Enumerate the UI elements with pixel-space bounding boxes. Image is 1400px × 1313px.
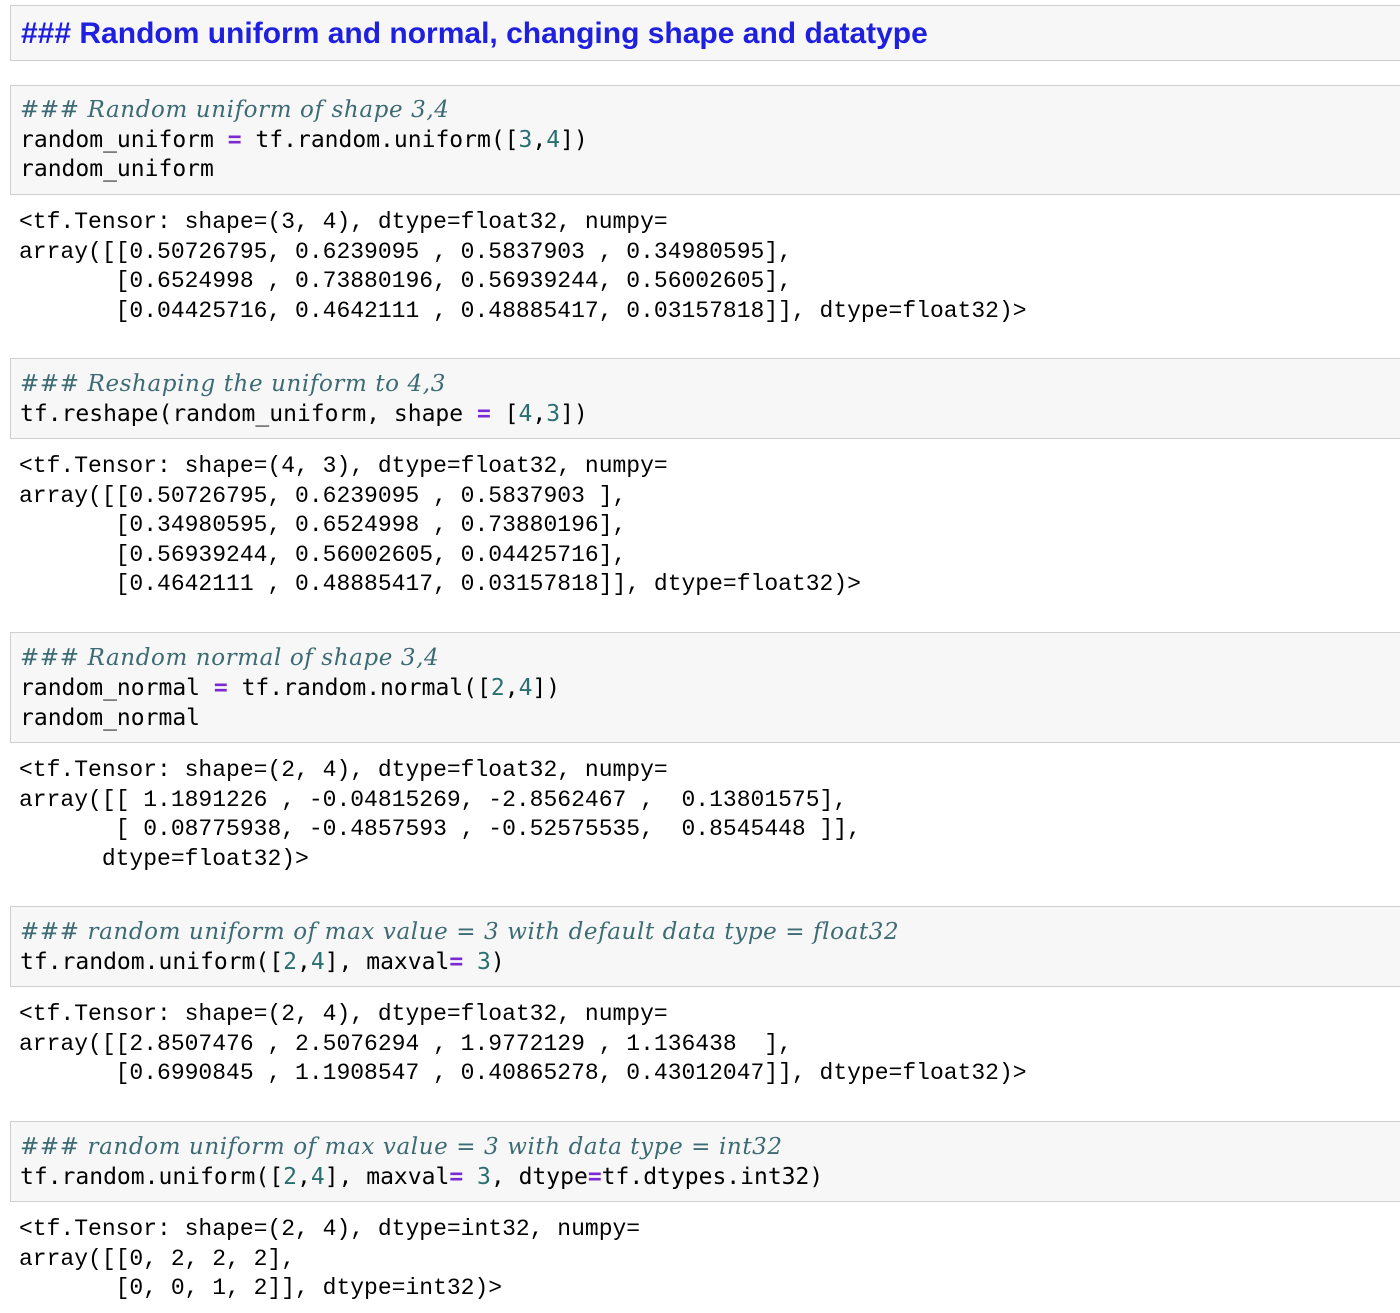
code-text: tf.random.uniform([ — [241, 127, 519, 153]
code-text: , — [532, 127, 547, 153]
code-text: tf.random.uniform([ — [20, 1164, 284, 1190]
code-text: , dtype — [490, 1164, 588, 1190]
number-literal: 3 — [463, 1164, 491, 1190]
code-line-assignment: random_uniform = tf.random.uniform([3,4]… — [20, 126, 588, 156]
code-text: ) — [490, 949, 505, 975]
number-literal: 2 — [490, 675, 505, 701]
code-text: , — [504, 675, 519, 701]
code-text: tf.random.normal([ — [227, 675, 491, 701]
assign-operator: = — [213, 675, 228, 701]
code-cell-reshape[interactable]: ### Reshaping the uniform to 4,3 tf.resh… — [10, 358, 1400, 439]
number-literal: 4 — [546, 127, 561, 153]
code-text: ], maxval — [324, 1164, 450, 1190]
code-line-assignment: random_normal = tf.random.normal([2,4]) — [20, 674, 560, 704]
code-line-call: tf.random.uniform([2,4], maxval= 3, dtyp… — [20, 1163, 823, 1193]
number-literal: 4 — [310, 1164, 325, 1190]
code-comment: ### Reshaping the uniform to 4,3 — [20, 371, 446, 397]
code-comment: ### random uniform of max value = 3 with… — [20, 919, 900, 945]
code-comment: ### Random normal of shape 3,4 — [20, 645, 440, 671]
number-literal: 2 — [283, 1164, 297, 1190]
code-cell-random-uniform[interactable]: ### Random uniform of shape 3,4 random_u… — [10, 85, 1400, 195]
code-text: ]) — [560, 401, 588, 427]
markdown-cell[interactable]: ### Random uniform and normal, changing … — [10, 5, 1400, 61]
number-literal: 4 — [310, 949, 325, 975]
code-cell-uniform-maxval[interactable]: ### random uniform of max value = 3 with… — [10, 906, 1400, 987]
code-text: ]) — [560, 127, 588, 153]
code-line-reshape: tf.reshape(random_uniform, shape = [4,3]… — [20, 400, 588, 430]
notebook-heading: ### Random uniform and normal, changing … — [21, 17, 928, 50]
number-literal: 3 — [463, 949, 491, 975]
code-text: random_normal — [20, 675, 214, 701]
assign-operator: = — [449, 1164, 464, 1190]
code-text: tf.dtypes.int32) — [601, 1164, 824, 1190]
number-literal: 3 — [546, 401, 561, 427]
number-literal: 4 — [518, 401, 533, 427]
code-cell-uniform-int32[interactable]: ### random uniform of max value = 3 with… — [10, 1121, 1400, 1202]
code-comment: ### Random uniform of shape 3,4 — [20, 97, 450, 123]
assign-operator: = — [449, 949, 464, 975]
cell-output: <tf.Tensor: shape=(3, 4), dtype=float32,… — [19, 209, 1027, 324]
code-line-expression: random_normal — [20, 705, 201, 731]
cell-output: <tf.Tensor: shape=(2, 4), dtype=int32, n… — [19, 1216, 641, 1302]
assign-operator: = — [476, 401, 491, 427]
assign-operator: = — [227, 127, 242, 153]
code-text: , — [532, 401, 547, 427]
code-text: , — [296, 1164, 311, 1190]
code-line-call: tf.random.uniform([2,4], maxval= 3) — [20, 948, 505, 978]
code-text: random_uniform — [20, 127, 228, 153]
code-text: ]) — [532, 675, 561, 701]
number-literal: 4 — [518, 675, 533, 701]
code-line-expression: random_uniform — [20, 156, 214, 182]
cell-output: <tf.Tensor: shape=(4, 3), dtype=float32,… — [19, 453, 861, 598]
code-text: [ — [490, 401, 519, 427]
code-text: ], maxval — [324, 949, 450, 975]
number-literal: 3 — [518, 127, 533, 153]
cell-output: <tf.Tensor: shape=(2, 4), dtype=float32,… — [19, 1001, 1027, 1087]
assign-operator: = — [587, 1164, 602, 1190]
code-text: tf.reshape(random_uniform, shape — [20, 401, 477, 427]
code-text: tf.random.uniform([ — [20, 949, 284, 975]
code-comment: ### random uniform of max value = 3 with… — [20, 1134, 783, 1160]
code-text: , — [296, 949, 311, 975]
number-literal: 2 — [283, 949, 297, 975]
code-cell-random-normal[interactable]: ### Random normal of shape 3,4 random_no… — [10, 632, 1400, 743]
cell-output: <tf.Tensor: shape=(2, 4), dtype=float32,… — [19, 757, 861, 872]
